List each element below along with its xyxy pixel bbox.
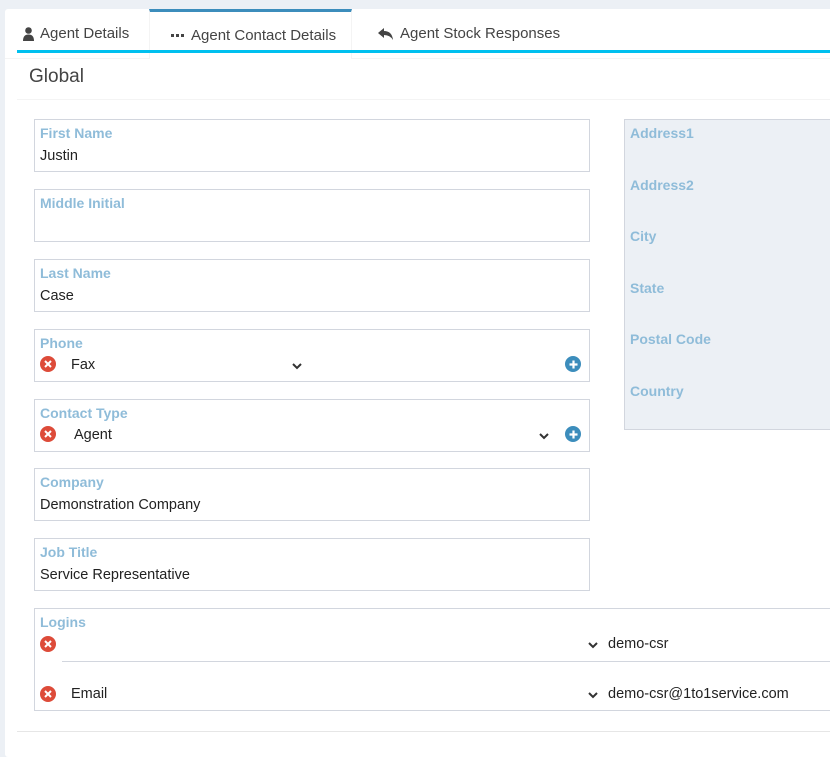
- add-contact-type-icon[interactable]: [565, 426, 581, 442]
- logins-field: Logins demo-csr Email demo-csr@1to1servi…: [34, 608, 830, 711]
- divider: [62, 661, 830, 662]
- divider: [17, 99, 830, 100]
- box-title: Global: [29, 66, 84, 87]
- first-name-field[interactable]: First Name Justin: [34, 119, 590, 172]
- contact-type-field: Contact Type Agent: [34, 399, 590, 452]
- chevron-down-icon[interactable]: [539, 432, 549, 440]
- user-icon: [23, 27, 34, 41]
- last-name-field[interactable]: Last Name Case: [34, 259, 590, 312]
- phone-type-select[interactable]: Fax: [71, 357, 95, 373]
- reply-icon: [378, 27, 394, 41]
- login-type-select[interactable]: Email: [71, 686, 107, 702]
- address-block: Address1 Address2 City State Postal Code…: [624, 119, 830, 430]
- field-label: Logins: [40, 614, 86, 630]
- company-value[interactable]: Demonstration Company: [40, 497, 200, 513]
- field-label: Contact Type: [40, 405, 128, 421]
- contact-type-select[interactable]: Agent: [74, 427, 112, 443]
- state-label: State: [630, 280, 665, 296]
- login-value[interactable]: demo-csr@1to1service.com: [608, 686, 789, 702]
- city-label: City: [630, 228, 657, 244]
- company-field[interactable]: Company Demonstration Company: [34, 468, 590, 521]
- job-title-value[interactable]: Service Representative: [40, 567, 190, 583]
- address1-label: Address1: [630, 125, 694, 141]
- remove-login-icon[interactable]: [40, 686, 56, 702]
- add-phone-icon[interactable]: [565, 356, 581, 372]
- phone-field: Phone Fax: [34, 329, 590, 382]
- field-label: First Name: [40, 125, 113, 141]
- remove-login-icon[interactable]: [40, 636, 56, 652]
- country-label: Country: [630, 383, 684, 399]
- chevron-down-icon[interactable]: [588, 691, 598, 699]
- ellipsis-icon: [171, 33, 185, 38]
- field-label: Phone: [40, 335, 83, 351]
- field-label: Middle Initial: [40, 195, 125, 211]
- chevron-down-icon[interactable]: [588, 641, 598, 649]
- middle-initial-field[interactable]: Middle Initial: [34, 189, 590, 242]
- last-name-value[interactable]: Case: [40, 288, 74, 304]
- field-label: Company: [40, 474, 104, 490]
- chevron-down-icon[interactable]: [292, 362, 302, 370]
- postal-code-label: Postal Code: [630, 331, 711, 347]
- job-title-field[interactable]: Job Title Service Representative: [34, 538, 590, 591]
- field-label: Job Title: [40, 544, 98, 560]
- remove-contact-type-icon[interactable]: [40, 426, 56, 442]
- login-value[interactable]: demo-csr: [608, 636, 668, 652]
- first-name-value[interactable]: Justin: [40, 148, 78, 164]
- address2-label: Address2: [630, 177, 694, 193]
- field-label: Last Name: [40, 265, 111, 281]
- remove-phone-icon[interactable]: [40, 356, 56, 372]
